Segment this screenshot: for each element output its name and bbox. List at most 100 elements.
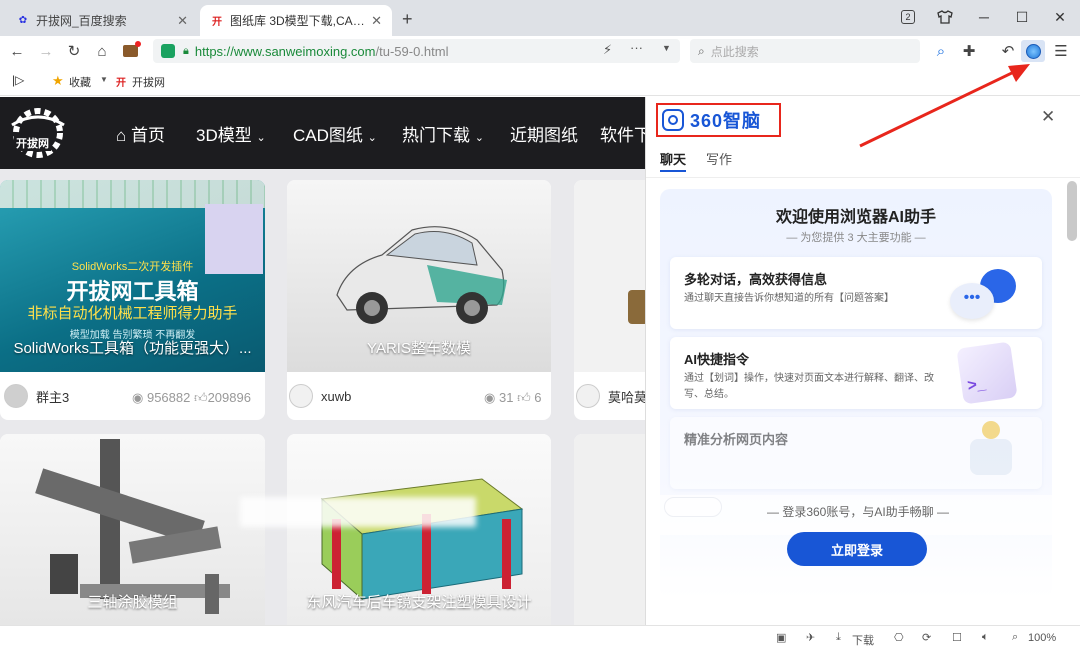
- nav-label: CAD图纸: [293, 126, 363, 145]
- address-bar[interactable]: 🔒︎ https:// www.sanweimoxing.com /tu-59-…: [153, 39, 680, 63]
- model-card-partial[interactable]: 莫哈莫: [574, 180, 645, 420]
- card-thumbnail: 三轴涂胶模组: [0, 434, 265, 625]
- model-card-mold-design[interactable]: 东风汽车后车镜支架注塑模具设计: [287, 434, 551, 625]
- close-tab-icon[interactable]: ✕: [177, 13, 188, 29]
- status-bar: ▣ ✈ ⤓ 下载 ⎔ ⟳ ☐ 🔈︎ ⌕ 100%: [0, 625, 1080, 650]
- card-caption: YARIS整车数模: [367, 340, 471, 357]
- speaker-icon[interactable]: 🔈︎: [982, 631, 989, 644]
- like-count: 6: [534, 390, 542, 405]
- feature-title: 精准分析网页内容: [684, 432, 789, 447]
- feature-multi-turn-chat: 多轮对话，高效获得信息 通过聊天直接告诉你想知道的所有【问题答案】 •••: [670, 257, 1042, 329]
- welcome-title: 欢迎使用浏览器AI助手: [775, 209, 936, 226]
- tab-chat[interactable]: 聊天: [660, 149, 686, 168]
- url-host: www.sanweimoxing.com: [233, 43, 376, 59]
- nav-home[interactable]: ⌂ 首页: [116, 121, 165, 146]
- briefcase-icon[interactable]: [119, 40, 141, 62]
- bookmark-kaibawang[interactable]: 开拔网: [132, 74, 165, 90]
- nav-software[interactable]: 软件下: [600, 121, 645, 146]
- forward-arrow-icon[interactable]: →: [35, 40, 57, 62]
- nav-3d-models[interactable]: 3D模型 ⌄: [196, 121, 266, 146]
- avatar[interactable]: [576, 384, 600, 408]
- sidebar-toggle-icon[interactable]: |▷: [12, 73, 24, 87]
- download-icon[interactable]: ⤓: [836, 631, 841, 644]
- tab-title: 图纸库 3D模型下载,CAD图纸: [230, 14, 365, 28]
- panel-scrollbar[interactable]: [1067, 181, 1077, 241]
- card-thumbnail: YARIS整车数模: [287, 180, 551, 372]
- thumbs-up-icon: 👍︎: [193, 390, 208, 405]
- feature-title: AI快捷指令: [684, 352, 750, 367]
- view-count: 31: [498, 390, 514, 405]
- nav-label: 3D模型: [196, 126, 252, 145]
- feature-title: 多轮对话，高效获得信息: [684, 272, 828, 287]
- blurred-overlay: [240, 497, 476, 527]
- window-icon[interactable]: ☐: [952, 631, 962, 644]
- zoom-level[interactable]: 100%: [1028, 632, 1056, 644]
- card-author[interactable]: 莫哈莫: [608, 387, 645, 406]
- sync-icon[interactable]: ⎔: [894, 631, 904, 644]
- close-panel-icon[interactable]: ✕: [1041, 107, 1055, 127]
- close-tab-icon[interactable]: ✕: [371, 13, 382, 29]
- site-header: 开拔网 ⌂ 首页 3D模型 ⌄ CAD图纸 ⌄ 热门下载 ⌄ 近期图纸 软件下: [0, 97, 645, 169]
- banner-kicker: SolidWorks二次开发插件: [71, 261, 194, 273]
- tab-baidu-search[interactable]: ✿ 开拔网_百度搜索 ✕: [6, 5, 198, 36]
- nav-label: 近期图纸: [510, 126, 578, 145]
- banner-subtitle: 非标自动化机械工程师得力助手: [27, 305, 238, 322]
- minimize-icon[interactable]: ─: [972, 6, 996, 28]
- home-icon[interactable]: ⌂: [91, 40, 113, 62]
- site-favicon: 开: [212, 17, 222, 28]
- star-icon: ★: [52, 73, 64, 88]
- annotation-arrow: [859, 64, 1030, 148]
- lightning-icon[interactable]: ⚡︎: [603, 42, 612, 58]
- nav-recent-drawings[interactable]: 近期图纸: [510, 121, 578, 146]
- skin-shirt-icon[interactable]: [933, 6, 957, 28]
- home-icon: ⌂: [116, 126, 127, 145]
- login-button[interactable]: 立即登录: [787, 532, 927, 566]
- menu-hamburger-icon[interactable]: ☰: [1050, 40, 1072, 62]
- like-count: 209896: [207, 390, 251, 405]
- avatar[interactable]: [4, 384, 28, 408]
- brand-highlight-box: 360智脑: [656, 103, 781, 137]
- site-logo[interactable]: 开拔网: [2, 107, 74, 159]
- tab-drawing-library[interactable]: 开 图纸库 3D模型下载,CAD图纸 ✕: [200, 5, 392, 36]
- card-author[interactable]: 群主3: [36, 387, 69, 406]
- tab-count-badge[interactable]: 2: [896, 6, 920, 28]
- zoom-icon[interactable]: ⌕: [1012, 631, 1018, 644]
- panel-brand: 360智脑: [690, 111, 762, 131]
- model-card-partial[interactable]: [574, 434, 645, 625]
- more-dots-icon[interactable]: ···: [630, 40, 643, 55]
- feature-desc: 通过【划词】操作，快速对页面文本进行解释、翻译、改写、总结。: [684, 373, 934, 400]
- tab-write[interactable]: 写作: [706, 149, 732, 168]
- feature-desc: 通过聊天直接告诉你想知道的所有【问题答案】: [684, 293, 894, 304]
- card-author[interactable]: xuwb: [321, 389, 351, 404]
- refresh-icon[interactable]: ⟳: [922, 631, 931, 644]
- download-label[interactable]: 下载: [852, 632, 874, 648]
- card-thumbnail: [574, 180, 645, 372]
- nav-hot-downloads[interactable]: 热门下载 ⌄: [402, 121, 484, 146]
- bookmark-favorites[interactable]: 收藏: [69, 74, 91, 90]
- nav-label: 软件下: [600, 126, 645, 145]
- eye-icon: ◉: [484, 390, 496, 405]
- screenshot-icon[interactable]: ▣: [776, 631, 786, 644]
- chevron-down-icon[interactable]: ▼: [100, 75, 108, 84]
- card-meta: 群主3: [4, 384, 69, 408]
- nav-label: 热门下载: [402, 126, 470, 145]
- baidu-paw-icon: ✿: [18, 15, 28, 26]
- reload-icon[interactable]: ↻: [63, 40, 85, 62]
- model-card-solidworks-toolbox[interactable]: SolidWorks二次开发插件 开拔网工具箱 非标自动化机械工程师得力助手 模…: [0, 180, 265, 420]
- rocket-icon[interactable]: ✈: [806, 631, 815, 644]
- new-tab-icon[interactable]: +: [402, 9, 413, 30]
- avatar[interactable]: [289, 384, 313, 408]
- lock-icon: 🔒︎: [183, 44, 189, 57]
- back-arrow-icon[interactable]: ←: [6, 40, 28, 62]
- model-card-yaris[interactable]: YARIS整车数模 xuwb ◉ 31 👍︎ 6: [287, 180, 551, 420]
- close-window-icon[interactable]: ✕: [1048, 6, 1072, 28]
- maximize-icon[interactable]: ☐: [1010, 6, 1034, 28]
- model-card-glue-module[interactable]: 三轴涂胶模组: [0, 434, 265, 625]
- chevron-down-icon[interactable]: ▼: [662, 43, 671, 53]
- card-thumbnail: 东风汽车后车镜支架注塑模具设计: [287, 434, 551, 625]
- mold-model-image: [320, 478, 524, 601]
- chevron-down-icon: ⌄: [256, 132, 266, 144]
- card-thumbnail: [574, 434, 645, 625]
- nav-cad-drawings[interactable]: CAD图纸 ⌄: [293, 121, 377, 146]
- ai-brain-icon: [662, 109, 684, 131]
